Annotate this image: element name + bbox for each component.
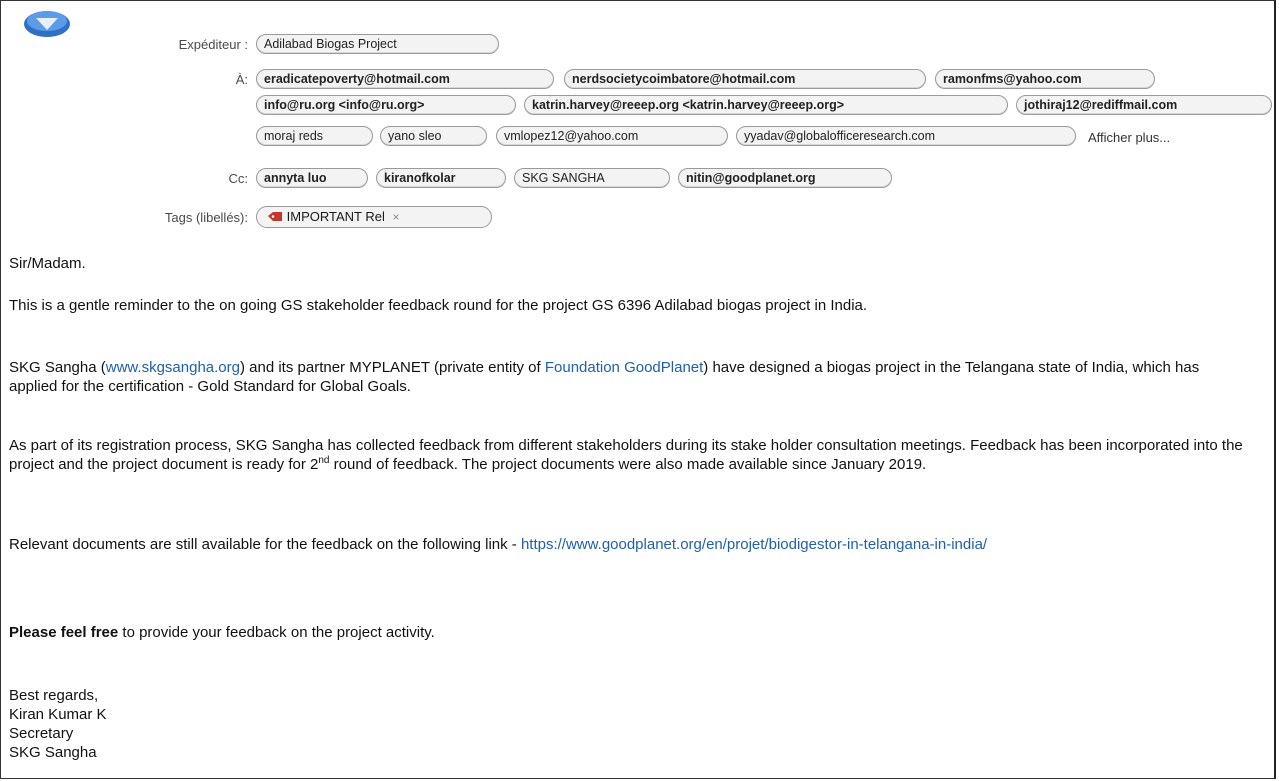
signature-line: SKG Sangha (9, 744, 97, 761)
cc-label: Cc: (228, 171, 249, 186)
body-paragraph: Relevant documents are still available f… (9, 536, 988, 553)
link-goodplanet[interactable]: Foundation GoodPlanet (545, 359, 703, 376)
cc-chip[interactable]: nitin@goodplanet.org (678, 168, 892, 188)
cc-chip[interactable]: annyta luo (256, 168, 368, 188)
signature-line: Best regards, (9, 687, 99, 704)
tag-icon (268, 212, 282, 221)
cc-chip[interactable]: SKG SANGHA (514, 168, 670, 188)
recipient-chip[interactable]: moraj reds (256, 126, 373, 146)
tags-label: Tags (libellés): (164, 210, 248, 225)
to-label: À: (235, 72, 248, 87)
recipient-chip[interactable]: yyadav@globalofficeresearch.com (736, 126, 1076, 146)
sender-avatar-icon (24, 11, 70, 37)
tag-chip[interactable]: IMPORTANT Rel × (256, 206, 492, 228)
recipient-chip[interactable]: eradicatepoverty@hotmail.com (256, 69, 554, 89)
signature-line: Secretary (9, 725, 74, 742)
tag-label: IMPORTANT Rel (286, 209, 385, 224)
show-more-link[interactable]: Afficher plus... (1088, 130, 1170, 145)
greeting: Sir/Madam. (9, 255, 86, 272)
body-paragraph: SKG Sangha (www.skgsangha.org) and its p… (9, 359, 1200, 395)
recipient-chip[interactable]: nerdsocietycoimbatore@hotmail.com (564, 69, 926, 89)
from-chip[interactable]: Adilabad Biogas Project (256, 34, 499, 54)
signature-line: Kiran Kumar K (9, 706, 107, 723)
cc-chip[interactable]: kiranofkolar (376, 168, 506, 188)
recipient-chip[interactable]: info@ru.org <info@ru.org> (256, 95, 516, 115)
body-paragraph: As part of its registration process, SKG… (9, 437, 1243, 473)
recipient-chip[interactable]: yano sleo (380, 126, 487, 146)
body-paragraph: Please feel free to provide your feedbac… (9, 624, 435, 641)
recipient-chip[interactable]: ramonfms@yahoo.com (935, 69, 1155, 89)
body-paragraph: This is a gentle reminder to the on goin… (9, 297, 868, 314)
recipient-chip[interactable]: jothiraj12@rediffmail.com (1016, 95, 1272, 115)
link-skgsangha[interactable]: www.skgsangha.org (106, 359, 240, 376)
tag-remove-icon[interactable]: × (393, 210, 400, 224)
from-label: Expéditeur : (178, 37, 248, 52)
recipient-chip[interactable]: vmlopez12@yahoo.com (496, 126, 728, 146)
link-project-documents[interactable]: https://www.goodplanet.org/en/projet/bio… (521, 536, 987, 553)
recipient-chip[interactable]: katrin.harvey@reeep.org <katrin.harvey@r… (524, 95, 1008, 115)
